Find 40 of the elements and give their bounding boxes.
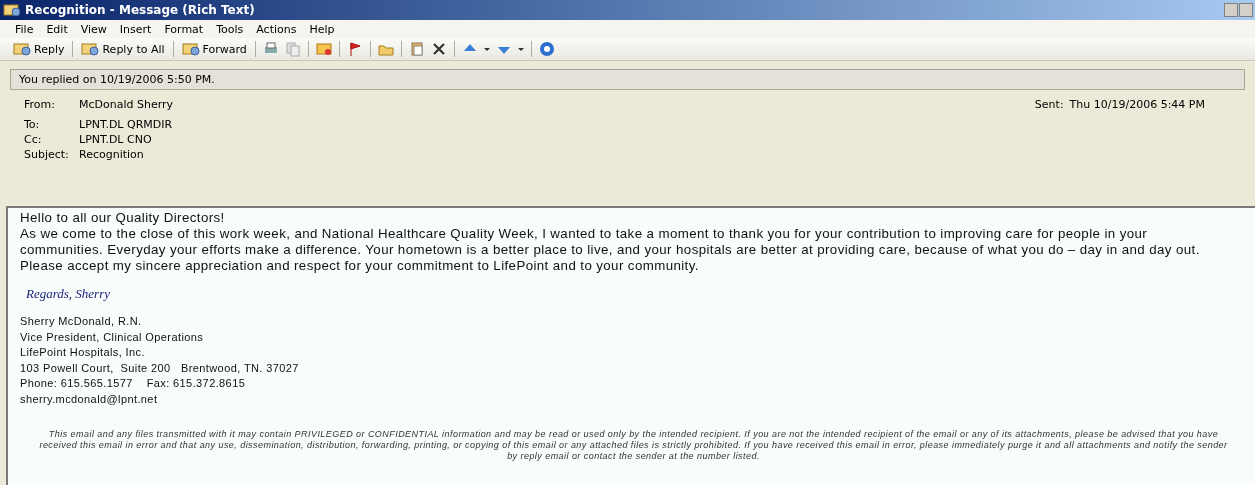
reply-icon [13,42,31,56]
field-value: Recognition [79,148,145,161]
menu-item[interactable]: Tools [211,22,249,36]
reply-all-button[interactable]: Reply to All [78,41,168,57]
field-label: Cc: [24,133,43,146]
field-label: From: [24,98,56,111]
field-value: LPNT.DL CNO [79,133,153,146]
caret-icon [483,47,490,51]
closing-text: Regards, Sherry [26,286,110,302]
minimize-button[interactable] [1224,3,1238,17]
field-value: McDonald Sherry [79,98,175,111]
window-title: Recognition - Message (Rich Text) [25,3,255,17]
menu-item[interactable]: Insert [114,22,157,36]
message-paragraph: As we come to the close of this work week, and National Healthcare Quality Week, I wanted to take a moment to thank you for your contribution to improving care for people in your communities. Everyday your efforts make a difference. Your hometown is a better place to live, and your hospitals are better at providing care, because of what you do – day in and day out. Please accept my sincere appreciation and respect for your commitment to LifePoint and to your community. [20,226,1201,274]
copy-icon [284,41,301,57]
menu-item[interactable]: Actions [251,22,302,36]
menu-item[interactable]: Help [304,22,340,36]
email-address: sherry.mcdonald@lpnt.net [20,392,158,405]
field-value: Thu 10/19/2006 5:44 PM [1069,98,1205,111]
mail-icon [3,3,21,17]
field-label: Sent: [1034,98,1064,111]
caret-icon [517,47,524,51]
field-label: To: [24,118,41,131]
envelope-icon [315,41,332,57]
forward-icon [181,42,200,56]
reply-button[interactable]: Reply [10,41,68,57]
info-bar: You replied on 10/19/2006 5:50 PM. [10,69,1245,90]
disclaimer-text: This email and any files transmitted with it may contain PRIVILEGED or CONFIDENTIAL information and may be read or used only by the intended recipient. If you are not the intended recipient of the email or any of its attachments, please be advised that you have received this email in error and that any use, dissemination, distribution, forwarding, printing, or copying of this email or any attached files is strictly prohibited. If you have received this email in error, please immediately purge it and all attachments and notify the sender by reply email or contact the sender at the number listed. [38,428,1229,462]
forward-button[interactable]: Forward [178,41,250,57]
reply-icon [81,42,100,56]
field-label: Subject: [24,148,70,161]
menu-item[interactable]: Edit [41,22,73,36]
menu-item[interactable]: View [75,22,112,36]
menu-item[interactable]: File [10,22,39,36]
field-value: LPNT.DL QRMDIR [79,118,174,131]
delete-icon [430,41,447,57]
menu-item[interactable]: Format [159,22,209,36]
restore-button[interactable] [1239,3,1253,17]
envelope-icon-button[interactable] [313,40,334,58]
greeting-text: Hello to all our Quality Directors! [20,210,226,226]
